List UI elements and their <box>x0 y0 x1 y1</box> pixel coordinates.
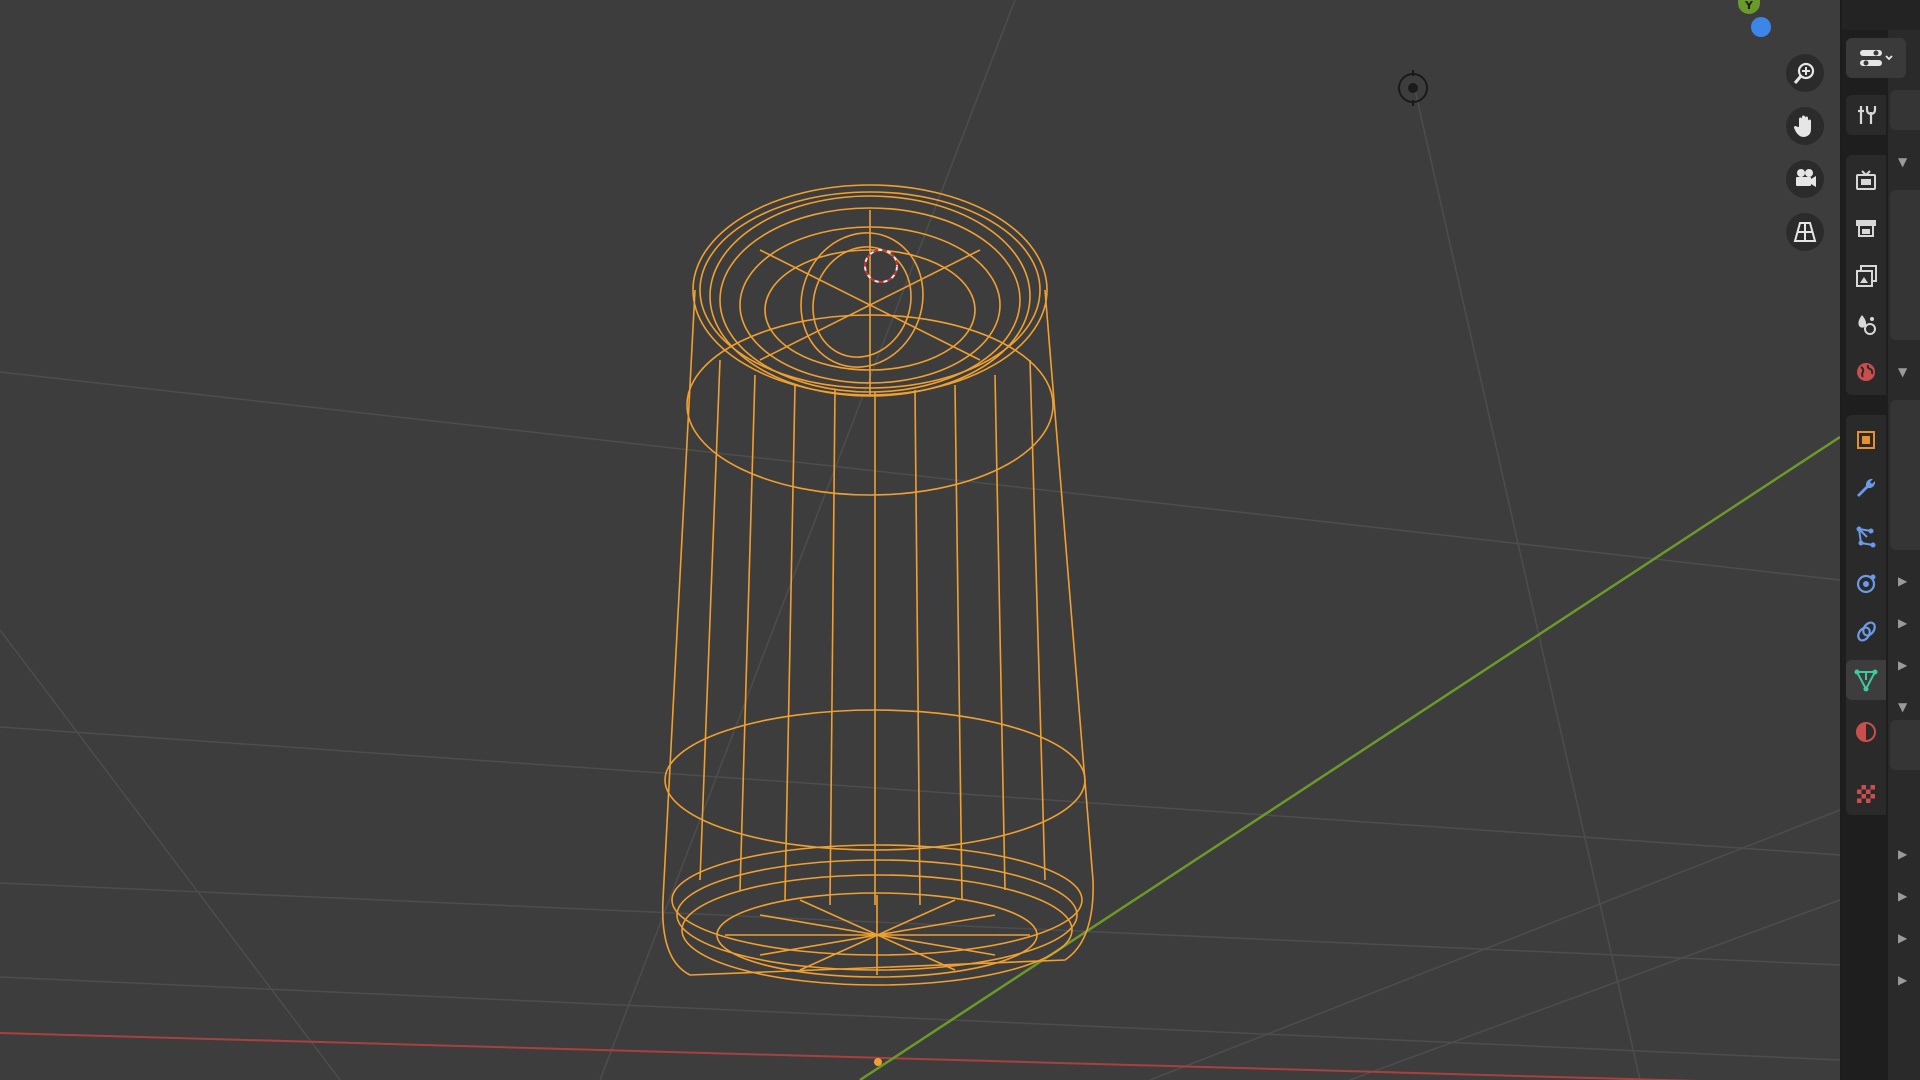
panel-section <box>1890 190 1920 340</box>
panel-collapse-arrow[interactable]: ▼ <box>1898 701 1910 713</box>
render-icon <box>1856 170 1876 190</box>
world-icon <box>1857 363 1875 381</box>
texture-icon <box>1857 785 1875 803</box>
tab-mesh-data[interactable] <box>1846 660 1886 700</box>
panel-expand-arrow[interactable]: ▶ <box>1898 617 1910 629</box>
tab-material[interactable] <box>1846 712 1886 752</box>
properties-header <box>1842 0 1920 30</box>
tab-tool[interactable] <box>1846 95 1886 135</box>
panel-expand-arrow[interactable]: ▶ <box>1898 659 1910 671</box>
viewport-scene <box>0 0 1840 1080</box>
tab-render[interactable] <box>1846 160 1886 200</box>
perspective-toggle-button[interactable] <box>1786 213 1824 251</box>
object-icon <box>1857 431 1875 449</box>
panel-expand-arrow[interactable]: ▶ <box>1898 974 1910 986</box>
panel-collapse-arrow[interactable]: ▼ <box>1898 366 1910 378</box>
tab-object[interactable] <box>1846 420 1886 460</box>
grid-lines <box>0 0 1840 1080</box>
grid-icon <box>1793 222 1817 242</box>
scene-icon <box>1858 315 1876 335</box>
tab-scene[interactable] <box>1846 304 1886 344</box>
panel-header-strip <box>1890 90 1920 130</box>
can-wireframe <box>661 184 1094 986</box>
y-axis-line <box>859 435 1840 1080</box>
panel-expand-arrow[interactable]: ▶ <box>1898 575 1910 587</box>
constraint-icon <box>1857 621 1876 642</box>
panel-section <box>1890 720 1920 770</box>
tool-icon <box>1858 106 1877 124</box>
scene-light-object <box>1398 70 1428 106</box>
properties-editor-icon <box>1860 50 1893 66</box>
panel-expand-arrow[interactable]: ▶ <box>1898 848 1910 860</box>
camera-view-button[interactable] <box>1786 160 1824 198</box>
tab-physics[interactable] <box>1846 564 1886 604</box>
zoom-icon <box>1793 62 1815 84</box>
particles-icon <box>1856 526 1876 548</box>
tab-output[interactable] <box>1846 208 1886 248</box>
panel-collapse-arrow[interactable]: ▼ <box>1898 156 1910 168</box>
editor-type-button[interactable] <box>1846 38 1906 78</box>
hand-icon <box>1793 115 1811 137</box>
camera-icon <box>1796 169 1816 187</box>
view-layer-icon <box>1856 265 1877 287</box>
tab-texture[interactable] <box>1846 774 1886 814</box>
pan-button[interactable] <box>1786 107 1824 145</box>
panel-expand-arrow[interactable]: ▶ <box>1898 890 1910 902</box>
zoom-button[interactable] <box>1786 54 1824 92</box>
origin-point <box>874 1058 882 1066</box>
tab-world[interactable] <box>1846 352 1886 392</box>
physics-icon <box>1856 574 1876 594</box>
panel-expand-arrow[interactable]: ▶ <box>1898 932 1910 944</box>
tab-view-layer[interactable] <box>1846 256 1886 296</box>
tab-modifiers[interactable] <box>1846 468 1886 508</box>
mesh-data-icon <box>1854 669 1878 692</box>
tab-constraints[interactable] <box>1846 612 1886 652</box>
panel-section <box>1890 400 1920 550</box>
gizmo-z-axis[interactable] <box>1751 17 1771 37</box>
3d-viewport[interactable]: Y <box>0 0 1840 1080</box>
output-icon <box>1856 220 1876 237</box>
wrench-icon <box>1857 478 1876 497</box>
material-icon <box>1856 722 1876 742</box>
gizmo-y-label: Y <box>1745 0 1753 12</box>
tab-particles[interactable] <box>1846 516 1886 556</box>
